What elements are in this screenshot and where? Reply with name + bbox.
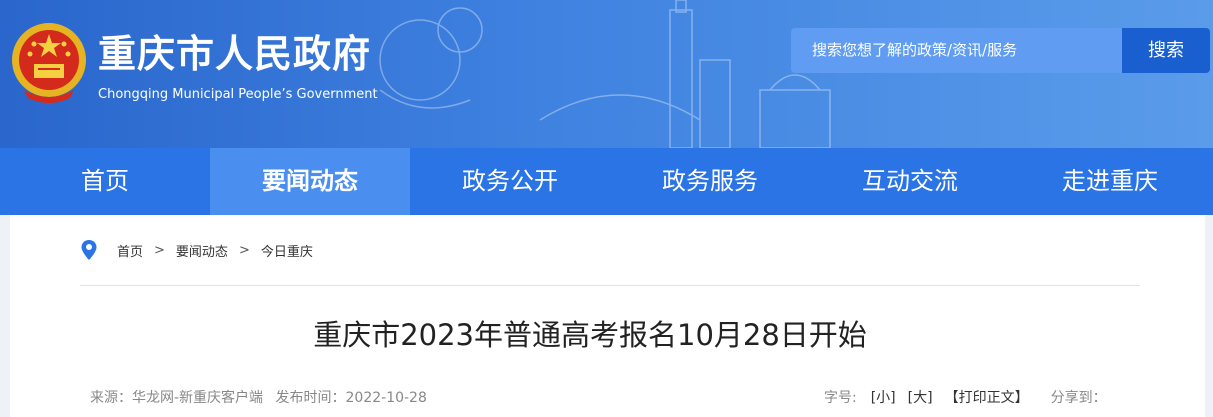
share-label: 分享到： (1050, 390, 1107, 406)
search-button[interactable]: 搜索 (1122, 28, 1210, 73)
font-small-button[interactable]: [小] (871, 387, 896, 407)
site-subtitle: Chongqing Municipal People’s Government (98, 87, 378, 102)
article-title: 重庆市2023年普通高考报名10月28日开始 (313, 318, 867, 352)
nav-item-home[interactable]: 首页 (0, 148, 210, 215)
font-size-label: 字号: (824, 390, 857, 406)
divider (80, 285, 1140, 286)
breadcrumb-separator: > (154, 242, 165, 258)
article-date: 发布时间：2022-10-28 (275, 390, 427, 406)
nav-item-interaction[interactable]: 互动交流 (810, 148, 1010, 215)
print-button[interactable]: 【打印正文】 (945, 387, 1029, 407)
nav-item-news[interactable]: 要闻动态 (210, 148, 410, 215)
site-title[interactable]: 重庆市人民政府 (98, 32, 371, 76)
breadcrumb: 首页 > 要闻动态 > 今日重庆 (80, 239, 313, 261)
nav-item-gov-services[interactable]: 政务服务 (610, 148, 810, 215)
article-source: 来源：华龙网-新重庆客户端 (90, 390, 264, 406)
breadcrumb-home[interactable]: 首页 (117, 241, 143, 260)
article-panel: 首页 > 要闻动态 > 今日重庆 重庆市2023年普通高考报名10月28日开始 … (10, 215, 1205, 417)
national-emblem-icon (12, 23, 86, 103)
location-pin-icon (81, 240, 97, 260)
site-header: 重庆市人民政府 Chongqing Municipal People’s Gov… (0, 0, 1213, 148)
article-meta: 来源：华龙网-新重庆客户端 发布时间：2022-10-28 (90, 387, 435, 407)
nav-item-about-chongqing[interactable]: 走进重庆 (1010, 148, 1210, 215)
breadcrumb-news[interactable]: 要闻动态 (176, 241, 228, 260)
nav-item-gov-affairs[interactable]: 政务公开 (410, 148, 610, 215)
font-large-button[interactable]: [大] (908, 387, 933, 407)
search-input[interactable]: 搜索您想了解的政策/资讯/服务 (791, 28, 1122, 73)
main-nav: 首页 要闻动态 政务公开 政务服务 互动交流 走进重庆 (0, 148, 1213, 215)
breadcrumb-separator: > (238, 242, 250, 258)
article-tools: 字号: [小] [大] 【打印正文】 分享到： (824, 387, 1107, 407)
breadcrumb-today[interactable]: 今日重庆 (261, 241, 313, 260)
skyline-illustration (379, 0, 831, 148)
